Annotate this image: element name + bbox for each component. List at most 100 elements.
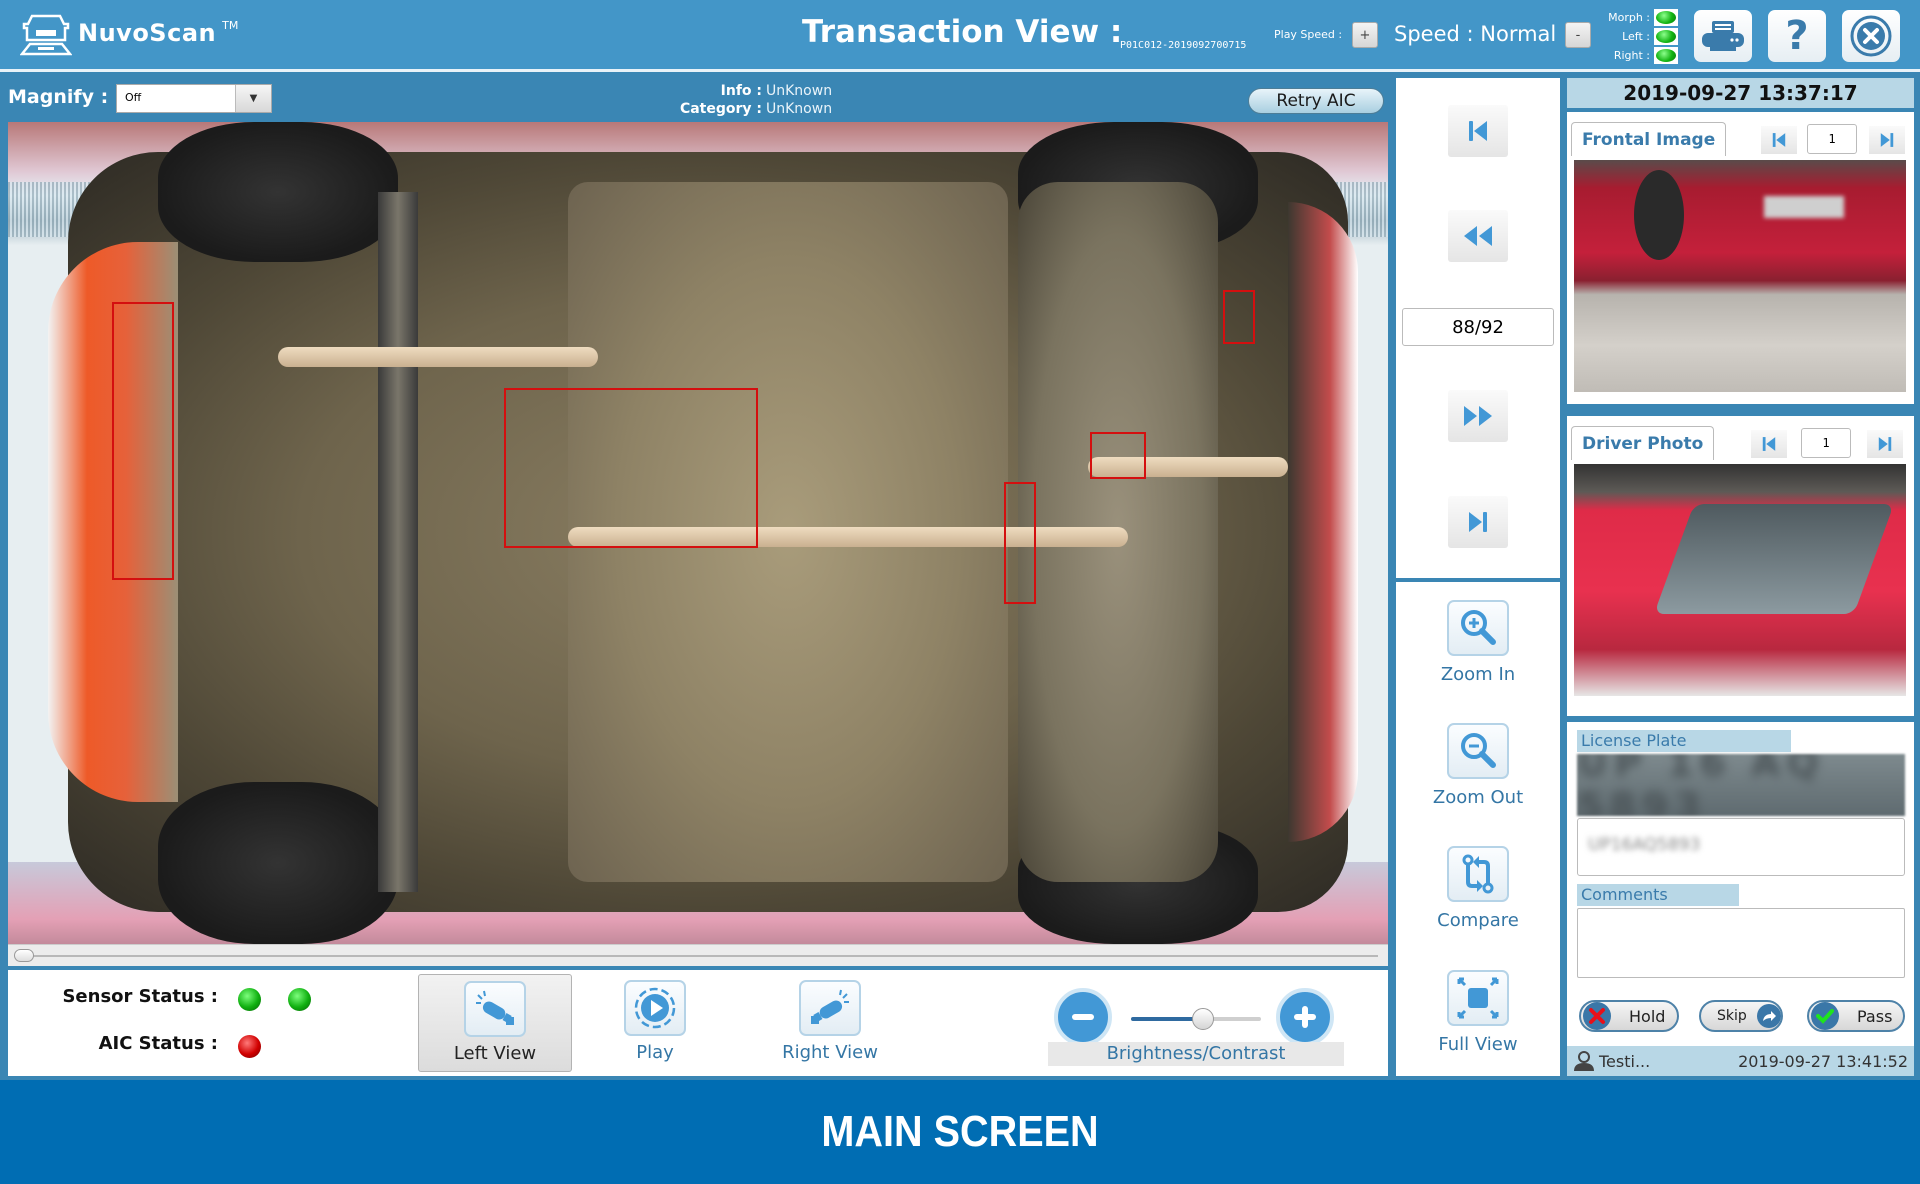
comments-field[interactable] xyxy=(1577,908,1905,978)
tire xyxy=(158,122,398,262)
chevron-down-icon[interactable]: ▼ xyxy=(235,85,271,112)
brightness-slider[interactable] xyxy=(1131,1008,1261,1030)
user-icon xyxy=(1574,1051,1594,1071)
pass-button[interactable]: Pass xyxy=(1807,1000,1905,1032)
status-led xyxy=(1656,30,1676,43)
print-button[interactable] xyxy=(1694,10,1752,62)
hold-button[interactable]: Hold xyxy=(1579,1000,1679,1032)
driver-first-button[interactable] xyxy=(1751,430,1787,458)
vehicle-info: Info : UnKnown Category : UnKnown xyxy=(600,82,840,118)
frontal-first-button[interactable] xyxy=(1761,126,1797,154)
first-frame-button[interactable] xyxy=(1448,105,1508,157)
driver-photo-panel: Driver Photo 1 xyxy=(1567,416,1914,716)
info-label: Info : xyxy=(720,83,762,99)
frontal-vehicle-photo[interactable] xyxy=(1574,160,1906,392)
frontal-page-input[interactable]: 1 xyxy=(1807,124,1857,154)
skip-last-icon xyxy=(1469,512,1487,532)
speed-increase-button[interactable]: + xyxy=(1352,22,1378,48)
redo-arrow-icon xyxy=(1762,1011,1776,1021)
trademark: TM xyxy=(222,18,239,32)
zoom-in-label: Zoom In xyxy=(1440,664,1516,685)
driver-last-button[interactable] xyxy=(1867,430,1903,458)
compare-icon xyxy=(1462,854,1494,894)
tab-driver-photo[interactable]: Driver Photo xyxy=(1571,426,1715,460)
detection-box[interactable] xyxy=(112,302,174,580)
image-tools: Zoom In Zoom Out Compare Full View xyxy=(1396,582,1560,1076)
tab-frontal-image[interactable]: Frontal Image xyxy=(1571,122,1727,156)
minus-icon xyxy=(1072,1014,1094,1020)
skip-last-icon xyxy=(1878,437,1892,451)
print-icon xyxy=(1702,21,1744,51)
page-title: Transaction View : xyxy=(802,14,1123,50)
detection-box[interactable] xyxy=(1004,482,1036,604)
scrollbar-thumb[interactable] xyxy=(14,949,34,962)
screen-caption: MAIN SCREEN xyxy=(0,1080,1920,1184)
help-button[interactable]: ? xyxy=(1768,10,1826,62)
view-controls-panel: Sensor Status : AIC Status : Left View P… xyxy=(8,970,1388,1076)
brightness-contrast-label: Brightness/Contrast xyxy=(1048,1042,1344,1066)
play-button[interactable]: Play xyxy=(578,974,732,1072)
user-name: Testi... xyxy=(1599,1051,1651,1071)
full-view-button[interactable]: Full View xyxy=(1396,970,1560,1055)
undercarriage-scan-image[interactable] xyxy=(8,122,1388,944)
driver-page-input[interactable]: 1 xyxy=(1801,428,1851,458)
left-view-button[interactable]: Left View xyxy=(418,974,572,1072)
license-plate-field[interactable]: UP16AQ5893 xyxy=(1577,818,1905,876)
fast-forward-button[interactable] xyxy=(1448,390,1508,442)
category-value: UnKnown xyxy=(766,101,833,117)
frontal-image-panel: Frontal Image 1 xyxy=(1567,112,1914,404)
check-icon xyxy=(1816,1009,1834,1024)
zoom-out-button[interactable]: Zoom Out xyxy=(1396,723,1560,808)
skip-first-icon xyxy=(1762,437,1776,451)
detection-box[interactable] xyxy=(1090,432,1146,479)
status-led xyxy=(1656,49,1676,62)
skip-first-icon xyxy=(1469,121,1487,141)
brand-name: NuvoScan xyxy=(78,19,217,47)
camera-indicators: Morph : Left : Right : xyxy=(1598,8,1678,65)
help-icon: ? xyxy=(1785,13,1809,59)
license-plate-label: License Plate xyxy=(1577,730,1791,752)
close-icon xyxy=(1850,15,1892,57)
scan-datetime: 2019-09-27 13:37:17 xyxy=(1567,78,1914,108)
rear-axle-beam xyxy=(378,192,418,892)
image-scrollbar[interactable] xyxy=(8,944,1388,966)
front-bumper xyxy=(1288,202,1358,842)
brightness-increase-button[interactable] xyxy=(1276,988,1334,1046)
indicator-left: Left : xyxy=(1598,27,1678,46)
comments-label: Comments xyxy=(1577,884,1739,906)
rewind-button[interactable] xyxy=(1448,210,1508,262)
frame-navigation: 88/92 xyxy=(1396,78,1560,578)
license-plate-region xyxy=(1764,196,1844,218)
magnify-label: Magnify : xyxy=(8,86,109,108)
user-status-bar: Testi... 2019-09-27 13:41:52 xyxy=(1567,1046,1914,1076)
magnify-value: Off xyxy=(125,91,142,104)
speed-status: Speed : Normal xyxy=(1394,22,1557,46)
detection-box[interactable] xyxy=(1223,290,1255,344)
fast-forward-icon xyxy=(1464,406,1492,426)
exhaust-pipe xyxy=(278,347,598,367)
magnify-dropdown[interactable]: Off ▼ xyxy=(116,84,272,113)
skip-label: Skip xyxy=(1717,1008,1747,1024)
skip-last-icon xyxy=(1880,133,1894,147)
compare-button[interactable]: Compare xyxy=(1396,846,1560,931)
brightness-decrease-button[interactable] xyxy=(1054,988,1112,1046)
current-datetime: 2019-09-27 13:41:52 xyxy=(1738,1051,1908,1071)
close-button[interactable] xyxy=(1842,10,1900,62)
zoom-out-label: Zoom Out xyxy=(1432,787,1524,808)
driver-vehicle-photo[interactable] xyxy=(1574,464,1906,696)
indicator-morph: Morph : xyxy=(1598,8,1678,27)
slider-handle[interactable] xyxy=(1192,1008,1214,1030)
right-view-button[interactable]: Right View xyxy=(753,974,907,1072)
x-icon xyxy=(1589,1008,1605,1024)
skip-first-icon xyxy=(1772,133,1786,147)
skip-button[interactable]: Skip xyxy=(1699,1000,1783,1032)
aic-status-indicator xyxy=(238,1035,261,1058)
retry-aic-button[interactable]: Retry AIC xyxy=(1248,88,1384,114)
aic-status-label: AIC Status : xyxy=(98,1033,218,1054)
zoom-in-button[interactable]: Zoom In xyxy=(1396,600,1560,685)
frontal-last-button[interactable] xyxy=(1869,126,1905,154)
detection-box[interactable] xyxy=(504,388,758,548)
speed-decrease-button[interactable]: - xyxy=(1565,22,1591,48)
tire xyxy=(158,782,398,944)
last-frame-button[interactable] xyxy=(1448,496,1508,548)
